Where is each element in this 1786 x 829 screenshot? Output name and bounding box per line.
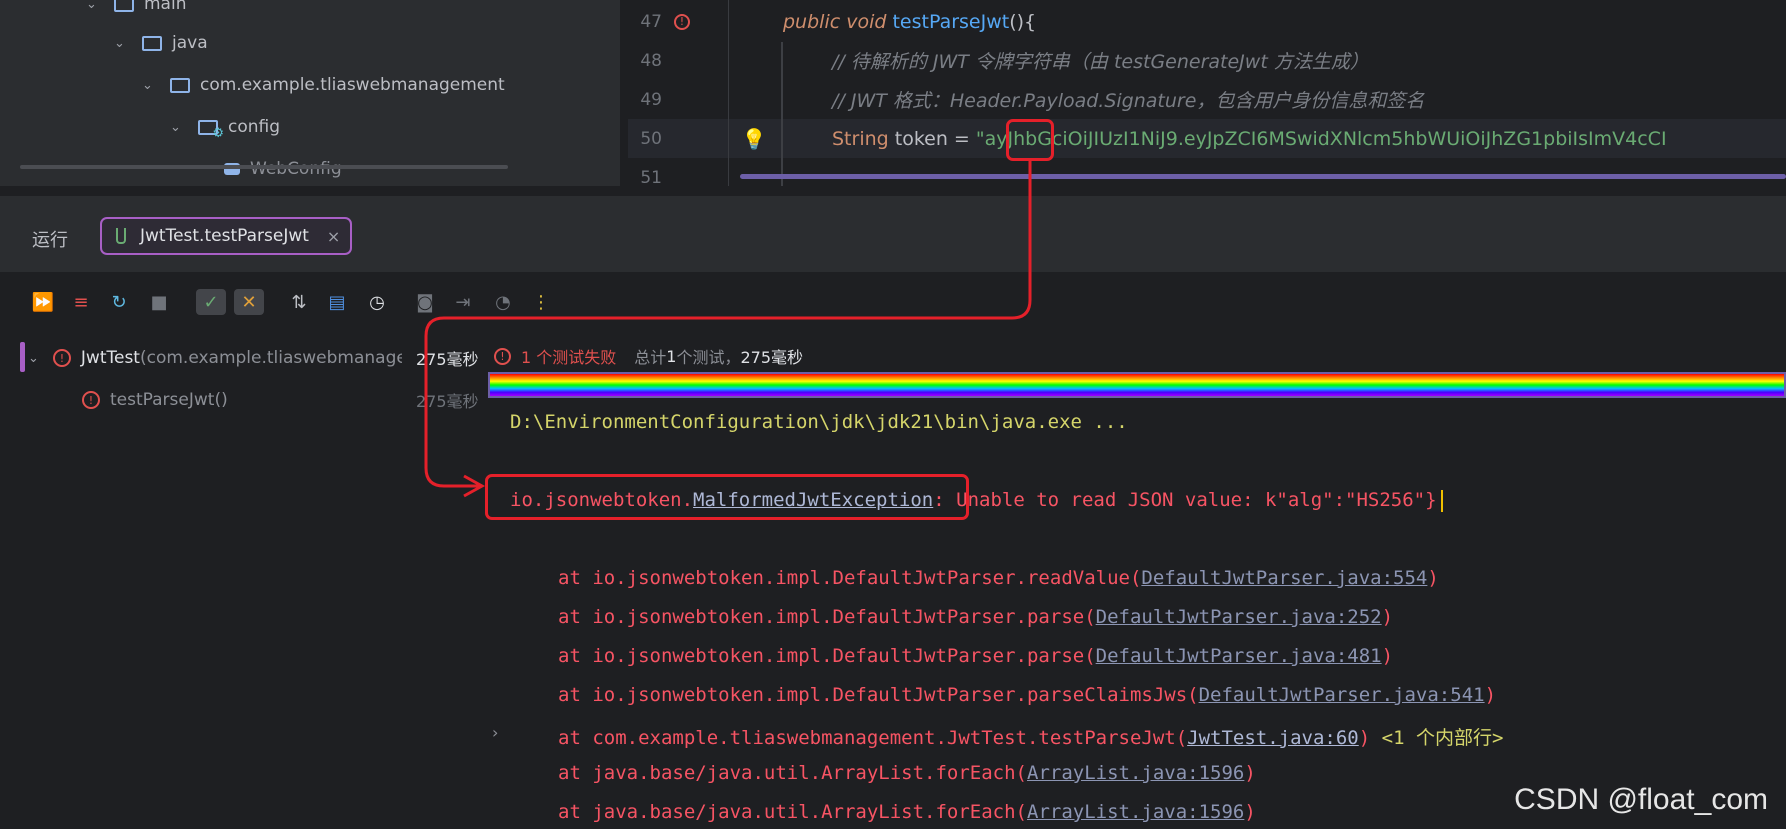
annotation-arrow [424,161,1032,498]
watermark: CSDN @float_com [1514,783,1768,816]
